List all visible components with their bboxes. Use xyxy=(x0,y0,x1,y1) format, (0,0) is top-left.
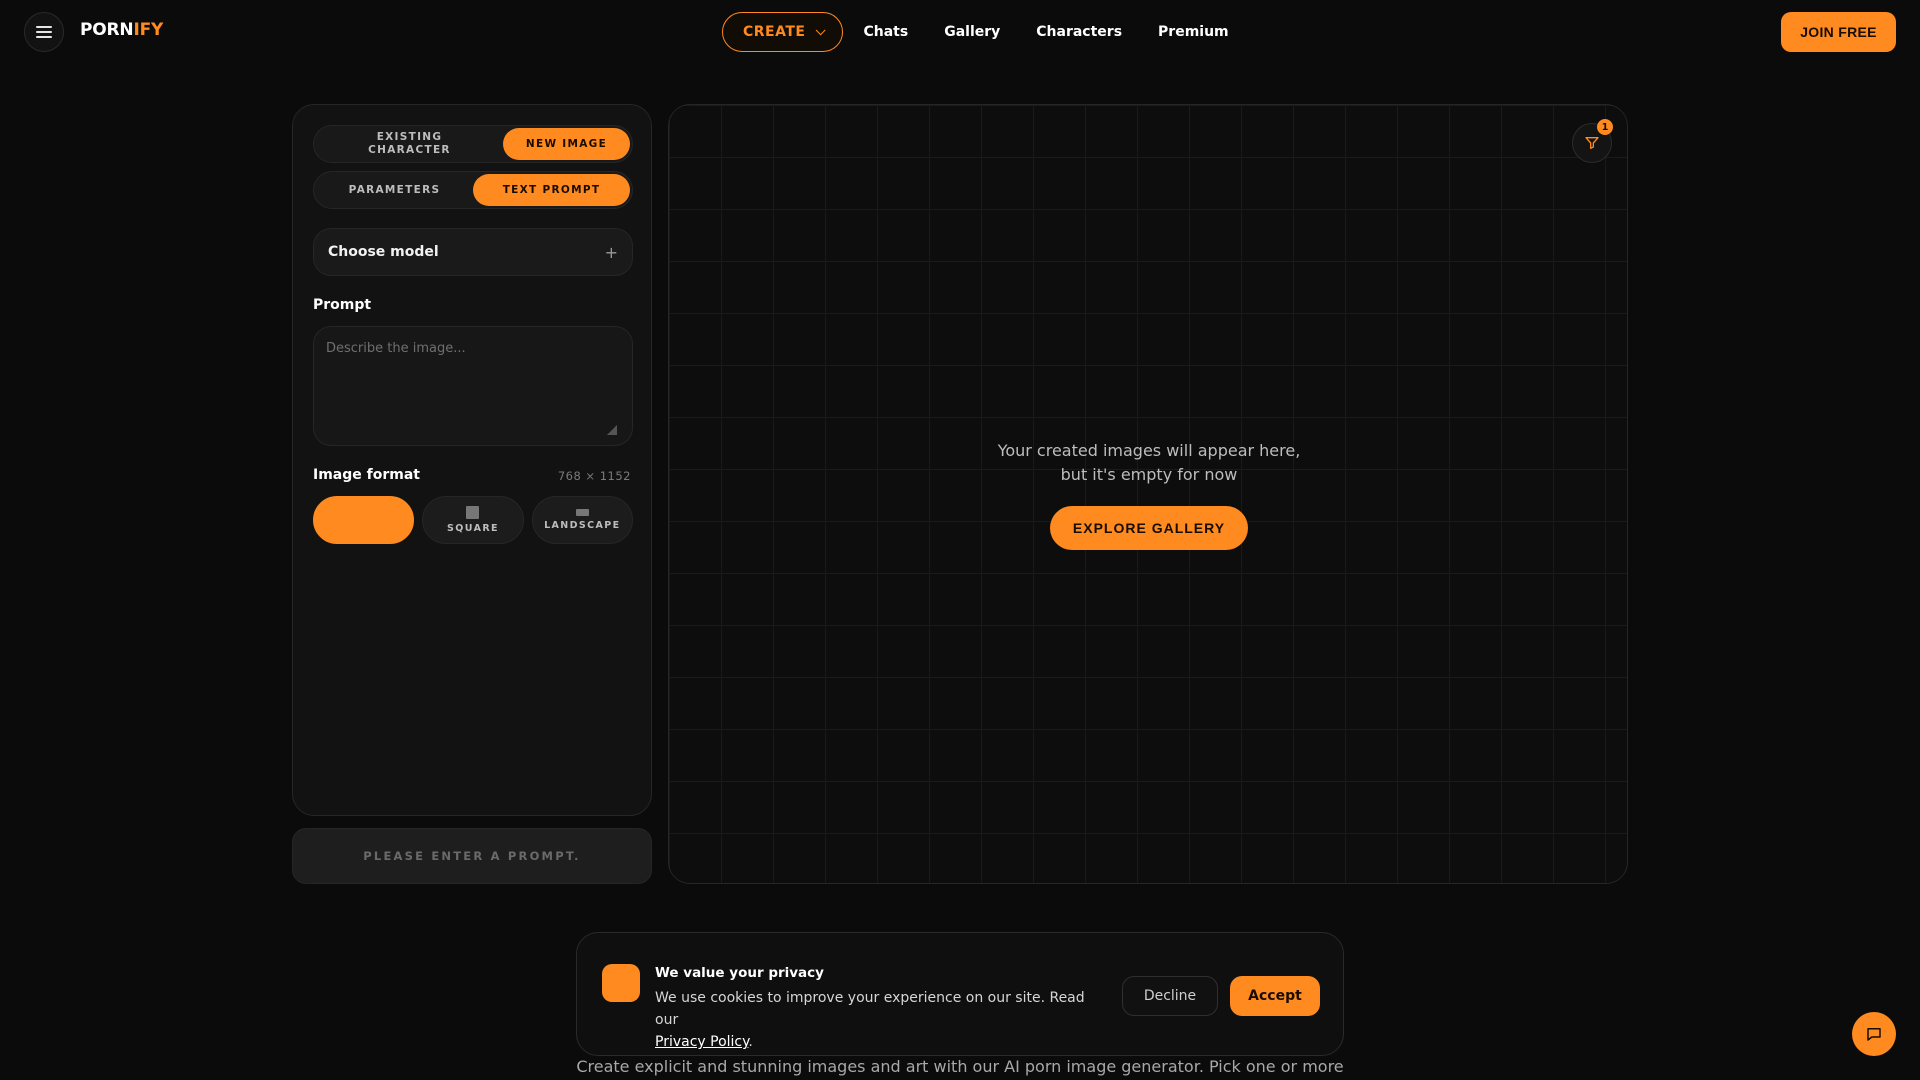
cookie-message-text: We use cookies to improve your experienc… xyxy=(655,990,1085,1028)
format-landscape-label: LANDSCAPE xyxy=(544,520,621,531)
join-free-button[interactable]: JOIN FREE xyxy=(1781,12,1896,52)
tab-parameters[interactable]: PARAMETERS xyxy=(316,174,473,206)
nav-link-characters[interactable]: Characters xyxy=(1036,24,1122,40)
brand-logo[interactable]: PORNIFY xyxy=(80,20,163,40)
image-format-title: Image format xyxy=(313,467,420,483)
chat-bubble-icon xyxy=(1867,1028,1881,1041)
accept-button[interactable]: Accept xyxy=(1230,976,1320,1016)
format-portrait-button[interactable] xyxy=(313,496,415,544)
nav-link-premium[interactable]: Premium xyxy=(1158,24,1229,40)
cookie-title: We value your privacy xyxy=(655,965,824,981)
choose-model-label: Choose model xyxy=(328,244,439,260)
logo-part-2: IFY xyxy=(133,20,164,40)
format-landscape-button[interactable]: LANDSCAPE xyxy=(531,496,633,544)
prompt-title: Prompt xyxy=(313,297,372,313)
filter-icon xyxy=(1585,137,1599,149)
image-dimensions: 768 × 1152 xyxy=(557,469,631,483)
cookie-icon xyxy=(602,964,640,1002)
logo-part-1: PORN xyxy=(80,20,134,40)
format-square-button[interactable]: SQUARE xyxy=(422,496,524,544)
tab-new-image[interactable]: NEW IMAGE xyxy=(503,128,630,160)
choose-model-select[interactable]: Choose model + xyxy=(313,228,633,276)
tab-existing-character[interactable]: EXISTING CHARACTER xyxy=(316,128,503,160)
cookie-banner: We value your privacy We use cookies to … xyxy=(576,932,1344,1056)
footer-description: Create explicit and stunning images and … xyxy=(576,1057,1344,1076)
plus-icon: + xyxy=(604,242,618,262)
top-navigation: PORNIFY CREATE Chats Gallery Characters … xyxy=(0,0,1920,64)
nav-link-chats[interactable]: Chats xyxy=(863,24,908,40)
nav-link-gallery[interactable]: Gallery xyxy=(944,24,1000,40)
cookie-message: We use cookies to improve your experienc… xyxy=(655,987,1095,1053)
generate-button[interactable]: PLEASE ENTER A PROMPT. xyxy=(292,828,652,884)
prompt-input[interactable] xyxy=(313,326,633,446)
empty-line-2: but it's empty for now xyxy=(1060,465,1238,484)
landscape-icon xyxy=(575,509,589,516)
privacy-policy-link[interactable]: Privacy Policy xyxy=(655,1034,748,1050)
filter-count-badge: 1 xyxy=(1597,119,1613,135)
generator-panel: EXISTING CHARACTER NEW IMAGE PARAMETERS … xyxy=(292,104,652,816)
source-toggle: EXISTING CHARACTER NEW IMAGE xyxy=(313,125,633,163)
square-icon xyxy=(466,506,480,519)
chat-support-button[interactable] xyxy=(1852,1012,1896,1056)
cookie-period: . xyxy=(748,1034,753,1050)
decline-button[interactable]: Decline xyxy=(1122,976,1218,1016)
explore-gallery-button[interactable]: EXPLORE GALLERY xyxy=(1050,506,1248,550)
empty-state-message: Your created images will appear here, bu… xyxy=(669,439,1627,487)
main-nav: CREATE Chats Gallery Characters Premium xyxy=(722,12,1229,52)
create-dropdown-button[interactable]: CREATE xyxy=(722,12,844,52)
mode-toggle: PARAMETERS TEXT PROMPT xyxy=(313,171,633,209)
empty-line-1: Your created images will appear here, xyxy=(997,441,1301,460)
hamburger-icon xyxy=(36,23,52,41)
results-panel: 1 Your created images will appear here, … xyxy=(668,104,1628,884)
tab-text-prompt[interactable]: TEXT PROMPT xyxy=(473,174,630,206)
format-square-label: SQUARE xyxy=(447,523,499,534)
create-label: CREATE xyxy=(743,24,806,40)
chevron-down-icon xyxy=(816,24,827,35)
image-format-options: SQUARE LANDSCAPE xyxy=(313,496,633,544)
hamburger-menu-button[interactable] xyxy=(24,12,64,52)
